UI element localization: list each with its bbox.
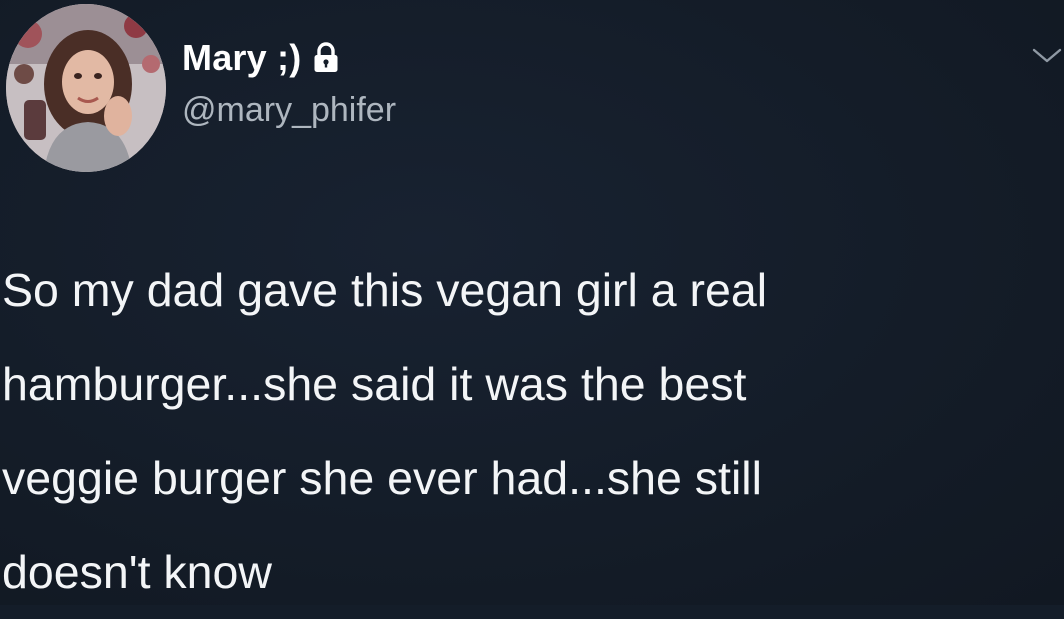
display-name[interactable]: Mary ;) xyxy=(182,37,301,79)
tweet-text-line: So my dad gave this vegan girl a real xyxy=(2,264,768,316)
user-handle[interactable]: @mary_phifer xyxy=(182,91,396,130)
lock-icon xyxy=(313,42,339,74)
tweet-card: Mary ;) @mary_phifer So my dad gave this… xyxy=(0,0,1064,605)
tweet-author: Mary ;) @mary_phifer xyxy=(182,35,396,130)
tweet-text: So my dad gave this vegan girl a real ham… xyxy=(2,243,1052,619)
tweet-text-line: hamburger...she said it was the best xyxy=(2,358,747,410)
name-row: Mary ;) xyxy=(182,35,396,81)
avatar-photo xyxy=(6,4,166,172)
tweet-text-line: veggie burger she ever had...she still xyxy=(2,452,762,504)
chevron-down-icon[interactable] xyxy=(1030,44,1064,66)
avatar[interactable] xyxy=(6,4,166,172)
